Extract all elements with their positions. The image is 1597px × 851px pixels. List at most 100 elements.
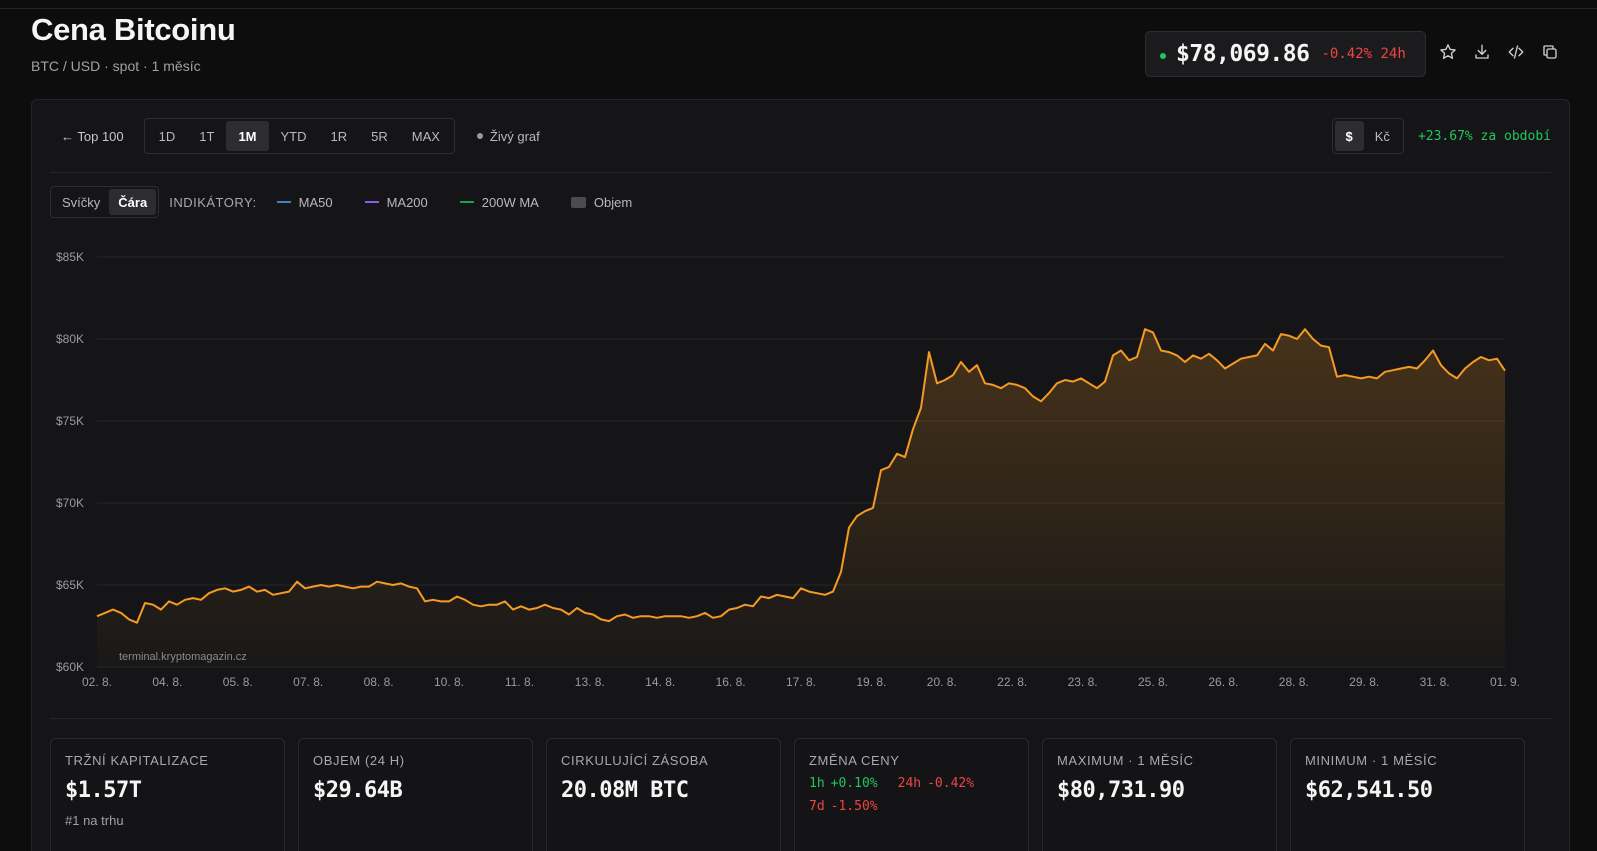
currency-btn-usd[interactable]: $ bbox=[1334, 121, 1364, 151]
indicator-swatch bbox=[570, 196, 586, 208]
indicator-swatch bbox=[459, 201, 474, 203]
chart-type-selector: Svíčky Čára bbox=[50, 186, 160, 218]
live-indicator-dot bbox=[1160, 53, 1166, 59]
stat-label: MINIMUM · 1 MĚSÍC bbox=[1305, 753, 1438, 768]
change-value: +0.10% bbox=[830, 776, 878, 791]
period-change: +23.67% za období bbox=[1417, 128, 1551, 144]
range-btn-1r[interactable]: 1R bbox=[319, 121, 360, 151]
x-tick-label: 25. 8. bbox=[1138, 675, 1168, 689]
x-tick-label: 23. 8. bbox=[1068, 675, 1098, 689]
watermark: terminal.kryptomagazin.cz bbox=[119, 651, 247, 663]
stat-value: $62,541.50 bbox=[1305, 778, 1433, 803]
x-tick-label: 22. 8. bbox=[997, 675, 1027, 689]
range-btn-max[interactable]: MAX bbox=[400, 121, 452, 151]
y-tick-label: $85K bbox=[56, 250, 84, 264]
stat-card-změna-ceny: ZMĚNA CENY 1h +0.10% 24h -0.42% 7d -1.50% bbox=[794, 738, 1029, 851]
x-tick-label: 19. 8. bbox=[856, 675, 886, 689]
stat-label: ZMĚNA CENY bbox=[809, 753, 900, 768]
stat-card-minimum-1-měsíc: MINIMUM · 1 MĚSÍC $62,541.50 bbox=[1290, 738, 1525, 851]
chart-panel: ← Top 100 1D 1T 1M YTD 1R 5R MAX Živý graf $ Kč… bbox=[31, 99, 1570, 851]
stat-value: $1.57T bbox=[65, 778, 142, 803]
indicator-swatch bbox=[364, 201, 379, 203]
stats-row: TRŽNÍ KAPITALIZACE $1.57T #1 na trhu OBJEM … bbox=[50, 738, 1525, 851]
indicator-label: MA50 bbox=[298, 194, 333, 210]
live-price-box: $78,069.86 -0.42% 24h bbox=[1145, 31, 1426, 77]
range-btn-1m[interactable]: 1M bbox=[226, 121, 269, 151]
y-tick-label: $80K bbox=[56, 332, 84, 346]
x-tick-label: 01. 9. bbox=[1490, 675, 1520, 689]
change-period: 7d bbox=[809, 799, 825, 814]
top-border bbox=[0, 8, 1597, 9]
stat-card-tržní-kapitalizace: TRŽNÍ KAPITALIZACE $1.57T #1 na trhu bbox=[50, 738, 285, 851]
chart-type-line[interactable]: Čára bbox=[109, 189, 157, 215]
live-graph-toggle[interactable]: Živý graf bbox=[476, 128, 540, 144]
x-tick-label: 05. 8. bbox=[223, 675, 253, 689]
x-tick-label: 07. 8. bbox=[293, 675, 323, 689]
indicator-label: Objem bbox=[593, 194, 633, 210]
range-btn-1d[interactable]: 1D bbox=[147, 121, 188, 151]
stat-label: TRŽNÍ KAPITALIZACE bbox=[65, 753, 209, 768]
page-header: Cena Bitcoinu BTC / USD · spot · 1 měsíc bbox=[31, 12, 236, 74]
header-actions bbox=[1438, 42, 1560, 62]
range-btn-5r[interactable]: 5R bbox=[359, 121, 400, 151]
x-tick-label: 17. 8. bbox=[786, 675, 816, 689]
x-tick-label: 20. 8. bbox=[927, 675, 957, 689]
x-tick-label: 26. 8. bbox=[1208, 675, 1238, 689]
stat-label: CIRKULUJÍCÍ ZÁSOBA bbox=[561, 753, 709, 768]
price-chart[interactable]: $60K $65K $70K $75K $80K $85K 02. 8. 04. 8. 05. … bbox=[32, 230, 1569, 695]
change-value: -1.50% bbox=[830, 799, 878, 814]
change-period: 1h bbox=[809, 776, 825, 791]
currency-selector: $ Kč bbox=[1331, 118, 1404, 154]
toolbar-right: $ Kč +23.67% za období bbox=[1331, 118, 1551, 154]
time-range-selector: 1D 1T 1M YTD 1R 5R MAX bbox=[143, 118, 455, 154]
x-tick-label: 10. 8. bbox=[434, 675, 464, 689]
y-tick-label: $65K bbox=[56, 578, 84, 592]
stat-value: $29.64B bbox=[313, 778, 403, 803]
current-price: $78,069.86 bbox=[1176, 41, 1310, 67]
price-change-line: 1h +0.10% 24h -0.42% bbox=[809, 776, 1014, 791]
page-subtitle: BTC / USD · spot · 1 měsíc bbox=[31, 58, 201, 74]
chart-toolbar: ← Top 100 1D 1T 1M YTD 1R 5R MAX Živý graf $ Kč… bbox=[50, 118, 1551, 154]
indicator-200w-ma[interactable]: 200W MA bbox=[459, 194, 539, 210]
price-change-line: 7d -1.50% bbox=[809, 799, 1014, 814]
stat-card-objem-24-h: OBJEM (24 H) $29.64B bbox=[298, 738, 533, 851]
x-tick-label: 28. 8. bbox=[1279, 675, 1309, 689]
change-period: 24h bbox=[897, 776, 922, 791]
indicator-label: 200W MA bbox=[481, 194, 539, 210]
stat-label: OBJEM (24 H) bbox=[313, 753, 405, 768]
range-btn-ytd[interactable]: YTD bbox=[269, 121, 319, 151]
range-btn-1t[interactable]: 1T bbox=[187, 121, 226, 151]
price-area-fill bbox=[97, 329, 1505, 667]
indicator-ma50[interactable]: MA50 bbox=[276, 194, 333, 210]
x-tick-label: 11. 8. bbox=[505, 675, 534, 689]
x-tick-label: 04. 8. bbox=[152, 675, 182, 689]
price-change-7d: 7d -1.50% bbox=[809, 799, 888, 814]
stat-card-cirkulující-zásoba: CIRKULUJÍCÍ ZÁSOBA 20.08M BTC bbox=[546, 738, 781, 851]
page-title: Cena Bitcoinu bbox=[31, 12, 236, 47]
change-value: -0.42% bbox=[927, 776, 975, 791]
x-tick-label: 02. 8. bbox=[82, 675, 112, 689]
indicator-objem[interactable]: Objem bbox=[570, 194, 633, 210]
live-graph-label: Živý graf bbox=[489, 128, 540, 144]
indicator-ma200[interactable]: MA200 bbox=[364, 194, 428, 210]
currency-btn-czk[interactable]: Kč bbox=[1364, 121, 1401, 151]
back-to-top100-link[interactable]: ← Top 100 bbox=[61, 129, 124, 144]
chart-type-candles[interactable]: Svíčky bbox=[53, 189, 109, 215]
x-tick-label: 14. 8. bbox=[645, 675, 675, 689]
stat-card-maximum-1-měsíc: MAXIMUM · 1 MĚSÍC $80,731.90 bbox=[1042, 738, 1277, 851]
indicator-label: MA200 bbox=[386, 194, 428, 210]
x-tick-label: 13. 8. bbox=[575, 675, 605, 689]
indicators-label: INDIKÁTORY: bbox=[169, 194, 257, 210]
toolbar-divider bbox=[50, 172, 1551, 173]
x-tick-label: 16. 8. bbox=[716, 675, 746, 689]
embed-code-icon[interactable] bbox=[1506, 42, 1526, 62]
copy-icon[interactable] bbox=[1540, 42, 1560, 62]
star-icon[interactable] bbox=[1438, 42, 1458, 62]
download-icon[interactable] bbox=[1472, 42, 1492, 62]
stats-divider bbox=[50, 718, 1551, 719]
price-change-1h: 1h +0.10% bbox=[809, 776, 888, 791]
y-tick-label: $60K bbox=[56, 660, 84, 674]
stat-note: #1 na trhu bbox=[65, 813, 124, 828]
stat-value: 20.08M BTC bbox=[561, 778, 689, 803]
x-tick-label: 08. 8. bbox=[364, 675, 394, 689]
